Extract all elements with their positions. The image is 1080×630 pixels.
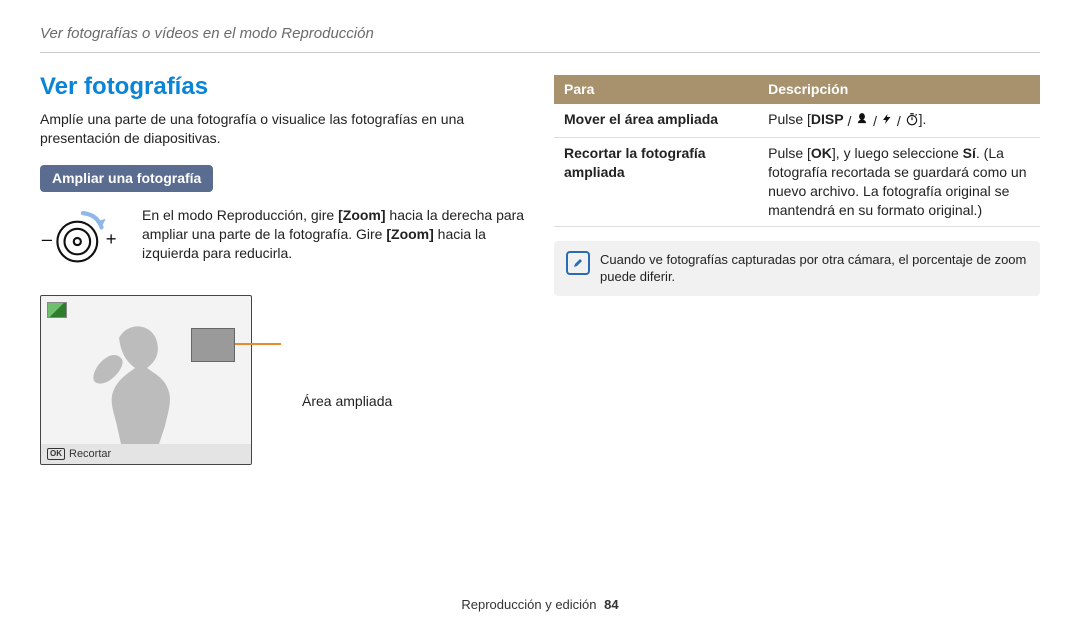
child-silhouette-icon <box>81 324 201 444</box>
callout-leader-line <box>235 343 281 345</box>
row-desc: Pulse [OK], y luego seleccione Sí. (La f… <box>758 138 1040 227</box>
zoom-dial-icon: – + <box>40 206 126 275</box>
info-note-icon <box>566 251 590 275</box>
section-intro: Amplíe una parte de una fotografía o vis… <box>40 110 526 148</box>
svg-text:+: + <box>106 228 117 249</box>
zoom-instruction-text: En el modo Reproducción, gire [Zoom] hac… <box>142 206 526 263</box>
table-row: Recortar la fotografía ampliada Pulse [O… <box>554 138 1040 227</box>
ok-key-icon: OK <box>47 448 65 460</box>
preview-footer-label: Recortar <box>69 447 111 462</box>
table-header-row: Para Descripción <box>554 75 1040 104</box>
row-para: Mover el área ampliada <box>554 104 758 137</box>
slash-sep-icon: / <box>897 112 901 131</box>
header-desc: Descripción <box>758 75 1040 104</box>
disp-key-text: DISP <box>811 111 844 127</box>
row-para: Recortar la fotografía ampliada <box>554 138 758 227</box>
note-text: Cuando ve fotografías capturadas por otr… <box>600 251 1028 286</box>
zoom-rectangle-overlay <box>191 328 235 362</box>
left-column: Ver fotografías Amplíe una parte de una … <box>40 71 526 465</box>
callout-label: Área ampliada <box>302 392 392 411</box>
slash-sep-icon: / <box>848 112 852 131</box>
macro-icon <box>855 112 869 131</box>
page-footer: Reproducción y edición 84 <box>0 596 1080 614</box>
header-rule <box>40 52 1040 53</box>
zoom-instruction-block: – + En el modo Reproducción, gire [Zoom]… <box>40 206 526 275</box>
svg-text:–: – <box>42 228 53 249</box>
header-para: Para <box>554 75 758 104</box>
preview-frame: OK Recortar <box>40 295 252 465</box>
picture-icon <box>47 302 67 318</box>
flash-icon <box>881 112 893 131</box>
section-title: Ver fotografías <box>40 71 526 103</box>
slash-sep-icon: / <box>873 112 877 131</box>
preview-footer: OK Recortar <box>41 444 251 464</box>
table-row: Mover el área ampliada Pulse [DISP / / <box>554 104 1040 137</box>
subheading-pill: Ampliar una fotografía <box>40 165 213 192</box>
breadcrumb: Ver fotografías o vídeos en el modo Repr… <box>40 24 1040 44</box>
description-table: Para Descripción Mover el área ampliada … <box>554 75 1040 226</box>
timer-icon <box>905 112 919 131</box>
page-number: 84 <box>604 597 618 612</box>
yes-option: Sí <box>963 145 976 161</box>
row-desc: Pulse [DISP / / / <box>758 104 1040 137</box>
preview-illustration: OK Recortar Área ampliada <box>40 295 526 465</box>
ok-key-text: OK <box>811 145 832 161</box>
footer-text: Reproducción y edición <box>461 597 596 612</box>
zoom-key-2: [Zoom] <box>386 226 433 242</box>
zoom-key-1: [Zoom] <box>338 207 385 223</box>
right-column: Para Descripción Mover el área ampliada … <box>554 71 1040 465</box>
note-box: Cuando ve fotografías capturadas por otr… <box>554 241 1040 296</box>
